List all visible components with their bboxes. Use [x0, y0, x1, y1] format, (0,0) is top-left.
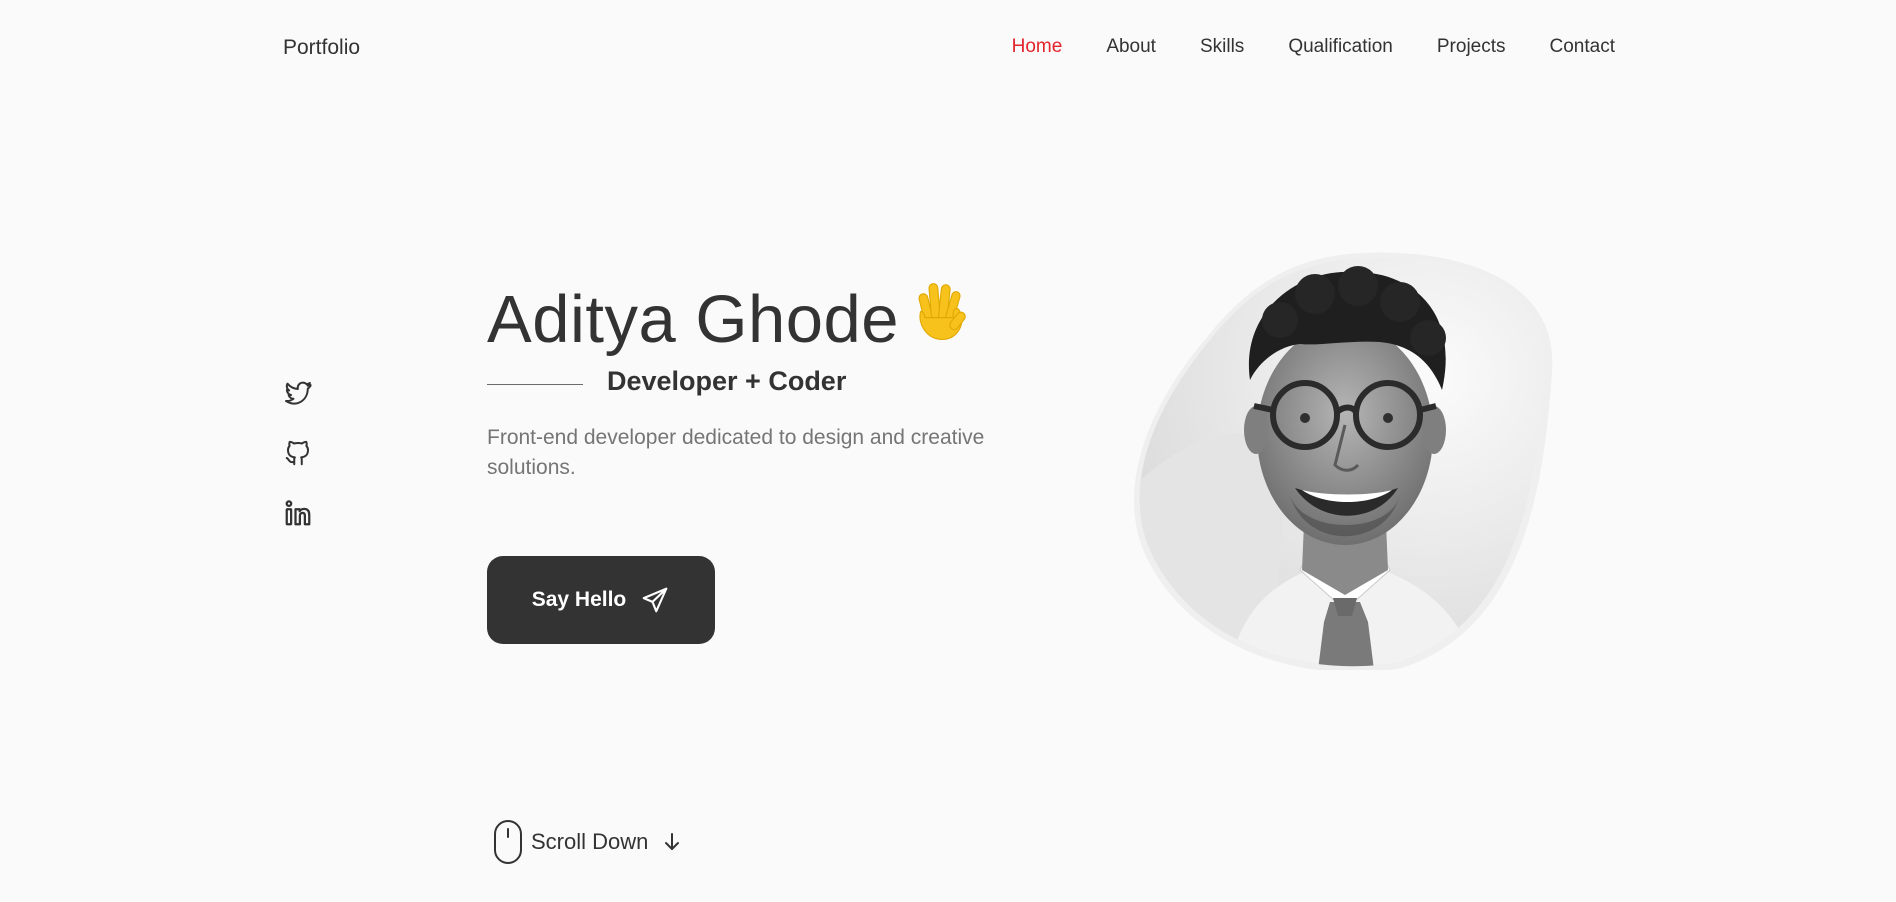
subtitle-row: Developer + Coder: [487, 366, 1047, 397]
home-page: Portfolio Home About Skills Qualificatio…: [0, 0, 1896, 902]
github-link[interactable]: [283, 438, 313, 468]
nav-link-skills[interactable]: Skills: [1200, 36, 1244, 58]
nav-item-contact: Contact: [1550, 36, 1615, 58]
waving-hand-icon: [918, 283, 966, 340]
nav-link-home[interactable]: Home: [1012, 36, 1063, 58]
send-icon: [642, 587, 668, 613]
twitter-link[interactable]: [283, 378, 313, 408]
linkedin-icon: [285, 500, 311, 526]
nav-link-about[interactable]: About: [1106, 36, 1156, 58]
mouse-icon: [494, 820, 522, 864]
nav-item-about: About: [1106, 36, 1156, 58]
main-nav: Home About Skills Qualification Projects…: [1012, 36, 1615, 58]
twitter-icon: [285, 381, 312, 405]
title-row: Aditya Ghode: [487, 278, 1047, 362]
hero-name: Aditya Ghode: [487, 282, 899, 357]
hero-text: Aditya Ghode Developer + Coder Front-end…: [487, 278, 1047, 483]
hero-subtitle: Developer + Coder: [607, 366, 847, 396]
nav-link-contact[interactable]: Contact: [1550, 36, 1615, 58]
scroll-down-label: Scroll Down: [531, 829, 649, 854]
social-links: [283, 378, 313, 528]
logo[interactable]: Portfolio: [283, 36, 360, 60]
arrow-down-icon: [665, 833, 680, 850]
nav-item-qualification: Qualification: [1288, 36, 1393, 58]
linkedin-link[interactable]: [283, 498, 313, 528]
scroll-down-button[interactable]: Scroll Down: [493, 819, 684, 865]
nav-item-home: Home: [1012, 36, 1063, 58]
profile-photo: [1134, 252, 1553, 670]
nav-item-skills: Skills: [1200, 36, 1244, 58]
profile-image: [1130, 250, 1560, 670]
nav-link-qualification[interactable]: Qualification: [1288, 36, 1393, 58]
say-hello-button[interactable]: Say Hello: [487, 556, 715, 644]
subtitle-divider: [487, 383, 583, 385]
nav-link-projects[interactable]: Projects: [1437, 36, 1506, 58]
say-hello-label: Say Hello: [531, 588, 627, 611]
nav-item-projects: Projects: [1437, 36, 1506, 58]
github-icon: [285, 440, 309, 466]
hero-description: Front-end developer dedicated to design …: [487, 426, 985, 479]
